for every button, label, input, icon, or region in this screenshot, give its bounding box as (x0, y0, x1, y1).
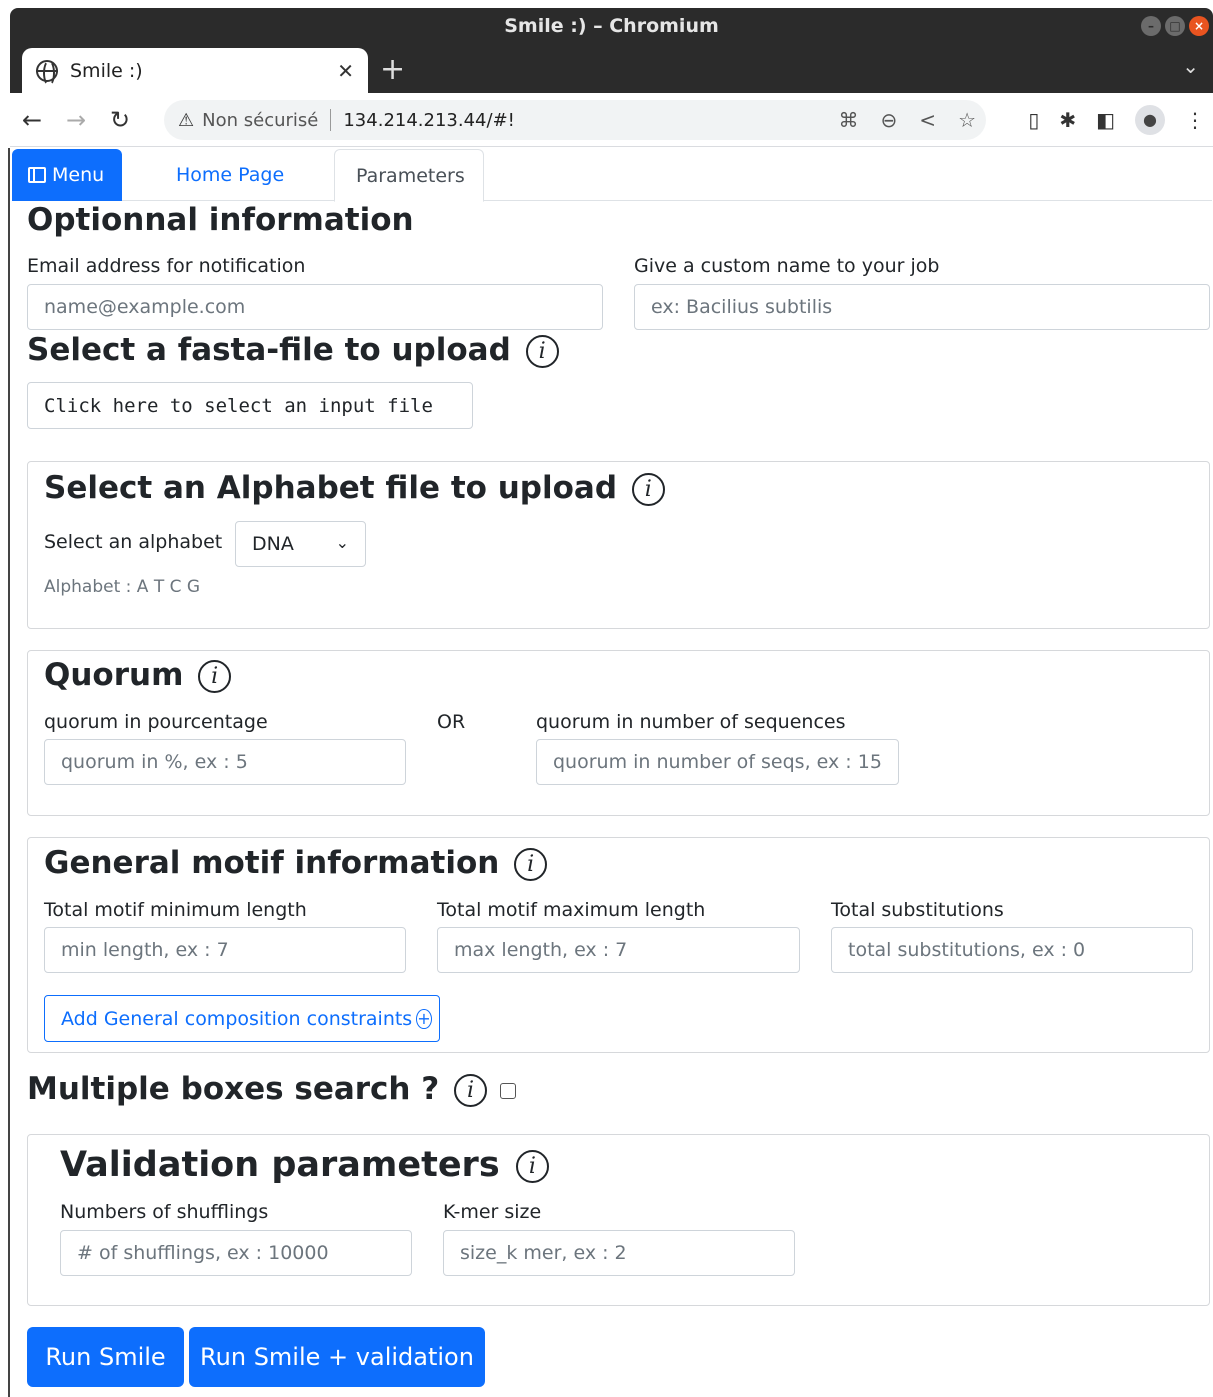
add-constraints-button[interactable]: Add General composition constraints + (44, 995, 440, 1042)
quorum-number-input[interactable]: quorum in number of seqs, ex : 15 (536, 739, 899, 785)
info-icon[interactable]: i (515, 1149, 549, 1183)
minimize-icon[interactable]: – (1141, 16, 1161, 36)
bookmark-star-icon[interactable]: ☆ (958, 108, 976, 132)
translate-icon[interactable]: ⌘ (839, 108, 859, 132)
run-smile-validation-button[interactable]: Run Smile + validation (189, 1327, 485, 1387)
shufflings-label: Numbers of shufflings (60, 1201, 269, 1223)
quorum-or-label: OR (437, 711, 466, 733)
kmer-label: K-mer size (443, 1201, 542, 1223)
window-titlebar: Smile :) – Chromium – □ × (10, 8, 1213, 44)
warning-icon[interactable]: ⚠ (178, 110, 194, 131)
menu-button[interactable]: Menu (12, 149, 122, 201)
back-icon[interactable]: ← (10, 106, 54, 134)
quorum-percent-input[interactable]: quorum in %, ex : 5 (44, 739, 406, 785)
reading-mode-icon[interactable]: ▯ (1028, 108, 1039, 132)
reload-icon[interactable]: ↻ (98, 106, 142, 134)
fasta-title: Select a fasta-file to upload i (27, 332, 559, 368)
address-bar[interactable]: ⚠ Non sécurisé 134.214.213.44/#! ⌘ ⊖ < ☆ (164, 100, 986, 140)
motif-title: General motif information i (44, 845, 548, 881)
jobname-field[interactable]: ex: Bacilius subtilis (634, 284, 1210, 330)
quorum-number-label: quorum in number of sequences (536, 711, 846, 733)
alphabet-help: Alphabet : A T C G (44, 577, 201, 597)
quorum-title: Quorum i (44, 657, 232, 693)
run-smile-button[interactable]: Run Smile (27, 1327, 184, 1387)
alphabet-title-text: Select an Alphabet file to upload (44, 470, 618, 506)
multiple-boxes-checkbox[interactable] (499, 1082, 516, 1099)
info-icon[interactable]: i (631, 473, 665, 506)
chevron-down-icon: ⌄ (335, 533, 349, 552)
zoom-icon[interactable]: ⊖ (881, 108, 898, 132)
fasta-file-button[interactable]: Click here to select an input file (27, 382, 473, 429)
close-window-icon[interactable]: × (1189, 16, 1209, 36)
tab-close-icon[interactable]: ✕ (337, 59, 354, 83)
info-icon[interactable]: i (525, 335, 559, 368)
multiple-boxes-title: Multiple boxes search ? i (27, 1071, 516, 1107)
validation-title-text: Validation parameters (60, 1145, 500, 1185)
tab-strip: Smile :) ✕ + ⌄ (10, 44, 1213, 93)
motif-subs-input[interactable]: total substitutions, ex : 0 (831, 927, 1193, 973)
motif-card: General motif information i Total motif … (27, 837, 1210, 1053)
add-constraints-label: Add General composition constraints (61, 1007, 413, 1030)
motif-min-input[interactable]: min length, ex : 7 (44, 927, 406, 973)
motif-max-label: Total motif maximum length (437, 899, 706, 921)
profile-avatar-icon[interactable]: ● (1135, 105, 1165, 135)
email-field[interactable]: name@example.com (27, 284, 603, 330)
tab-parameters[interactable]: Parameters (334, 149, 484, 202)
sidebar-icon (28, 167, 46, 183)
motif-subs-label: Total substitutions (831, 899, 1004, 921)
globe-icon (36, 59, 58, 86)
info-icon[interactable]: i (454, 1074, 488, 1107)
forward-icon[interactable]: → (54, 106, 98, 134)
validation-card: Validation parameters i Numbers of shuff… (27, 1134, 1210, 1306)
more-menu-icon[interactable]: ⋮ (1185, 108, 1205, 132)
email-label: Email address for notification (27, 255, 306, 277)
security-label: Non sécurisé (202, 109, 319, 131)
url-text[interactable]: 134.214.213.44/#! (343, 110, 515, 131)
new-tab-icon[interactable]: + (380, 52, 405, 88)
alphabet-selected-value: DNA (252, 533, 294, 555)
window-title: Smile :) – Chromium (504, 15, 719, 37)
shufflings-input[interactable]: # of shufflings, ex : 10000 (60, 1230, 412, 1276)
menu-label: Menu (52, 164, 105, 186)
alphabet-select-label: Select an alphabet (44, 531, 223, 553)
quorum-card: Quorum i quorum in pourcentage OR quorum… (27, 650, 1210, 816)
tab-home-page[interactable]: Home Page (176, 149, 284, 201)
kmer-input[interactable]: size_k mer, ex : 2 (443, 1230, 795, 1276)
jobname-label: Give a custom name to your job (634, 255, 940, 277)
info-icon[interactable]: i (514, 848, 548, 881)
motif-min-label: Total motif minimum length (44, 899, 307, 921)
fasta-title-text: Select a fasta-file to upload (27, 332, 511, 368)
browser-tab[interactable]: Smile :) ✕ (22, 48, 368, 93)
divider (330, 109, 332, 131)
maximize-icon[interactable]: □ (1165, 16, 1185, 36)
info-icon[interactable]: i (198, 660, 232, 693)
quorum-title-text: Quorum (44, 657, 184, 693)
alphabet-title: Select an Alphabet file to upload i (44, 470, 665, 506)
page-content: Menu Home Page Parameters Optionnal info… (10, 148, 1213, 1397)
quorum-percent-label: quorum in pourcentage (44, 711, 268, 733)
plus-circle-icon: + (416, 1008, 432, 1029)
motif-title-text: General motif information (44, 845, 500, 881)
multiple-boxes-title-text: Multiple boxes search ? (27, 1071, 440, 1107)
validation-title: Validation parameters i (60, 1145, 549, 1185)
motif-max-input[interactable]: max length, ex : 7 (437, 927, 800, 973)
browser-toolbar: ← → ↻ ⚠ Non sécurisé 134.214.213.44/#! ⌘… (10, 93, 1213, 147)
alphabet-card: Select an Alphabet file to upload i Sele… (27, 461, 1210, 629)
nav-tabs: Menu Home Page Parameters (12, 149, 1212, 202)
alphabet-select[interactable]: DNA ⌄ (235, 521, 366, 567)
tab-search-chevron-icon[interactable]: ⌄ (1182, 54, 1199, 78)
side-panel-icon[interactable]: ◧ (1096, 108, 1115, 132)
tab-title: Smile :) (70, 59, 143, 82)
optional-title: Optionnal information (27, 202, 414, 238)
extensions-icon[interactable]: ✱ (1059, 108, 1076, 132)
share-icon[interactable]: < (919, 108, 936, 132)
